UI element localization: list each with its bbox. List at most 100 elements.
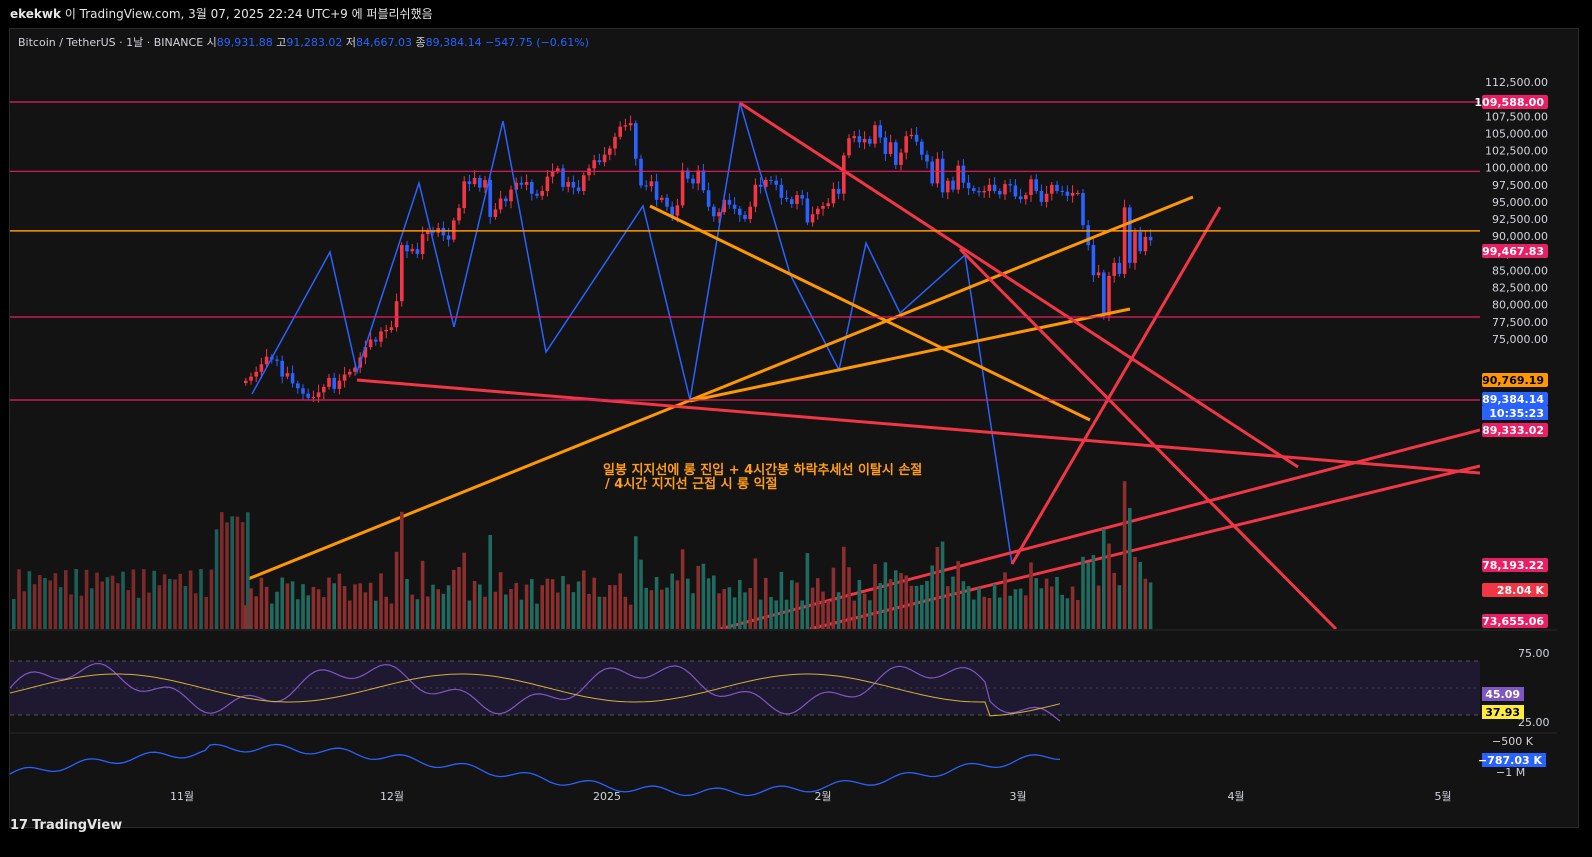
volume-bar xyxy=(540,585,544,629)
volume-bar xyxy=(12,599,16,629)
volume-bar xyxy=(1008,595,1012,629)
volume-bar xyxy=(878,583,882,629)
x-tick-label: 12월 xyxy=(380,790,404,803)
volume-bar xyxy=(504,594,508,629)
volume-bar xyxy=(400,511,404,629)
volume-bar xyxy=(32,584,37,629)
candle-body xyxy=(498,198,503,210)
candle-body xyxy=(998,190,1002,195)
volume-bar xyxy=(311,586,316,629)
volume-bar xyxy=(116,583,120,629)
volume-bar xyxy=(961,581,966,629)
candle-body xyxy=(982,190,986,193)
chart-svg[interactable]: 112,500.00110,000.00107,500.00105,000.00… xyxy=(0,0,1592,857)
volume-bar xyxy=(431,584,435,629)
price-label: 109,588.00 xyxy=(1474,96,1544,109)
volume-bar xyxy=(436,589,440,629)
volume-bar xyxy=(374,600,378,629)
volume-bar xyxy=(914,585,919,629)
candle-body xyxy=(623,125,628,127)
volume-bar xyxy=(17,569,21,629)
volume-bar xyxy=(296,599,300,629)
candle-body xyxy=(883,137,888,154)
candle-body xyxy=(597,160,602,163)
volume-bar xyxy=(592,577,596,629)
volume-bar xyxy=(1076,600,1080,629)
candle-body xyxy=(1102,272,1106,316)
volume-bar xyxy=(514,582,518,629)
candle-body xyxy=(535,193,539,196)
volume-bar xyxy=(368,582,373,629)
volume-bar xyxy=(441,593,446,629)
candle-body xyxy=(847,138,851,156)
candle-body xyxy=(327,377,331,387)
price-label: 89,384.14 xyxy=(1482,393,1544,406)
volume-bar xyxy=(379,573,383,629)
candle-body xyxy=(602,154,607,163)
candle-body xyxy=(420,234,425,254)
volume-bar xyxy=(410,594,414,629)
candle-body xyxy=(649,181,654,187)
volume-bar xyxy=(183,585,188,629)
volume-bar xyxy=(784,599,789,629)
volume-bar xyxy=(1070,586,1075,629)
volume-bar xyxy=(654,577,659,629)
candle-body xyxy=(899,152,903,165)
candle-body xyxy=(665,197,669,207)
volume-bar xyxy=(1024,595,1028,629)
volume-bar xyxy=(883,562,888,629)
volume-bar xyxy=(1018,588,1023,629)
candle-body xyxy=(472,177,477,185)
candle-body xyxy=(654,181,659,200)
candle-body xyxy=(826,203,830,207)
candle-body xyxy=(446,235,451,240)
candle-body xyxy=(368,339,373,348)
open-label: 시 xyxy=(206,36,217,49)
candle-body xyxy=(628,123,633,126)
candle-body xyxy=(488,180,492,217)
candle-body xyxy=(608,148,612,155)
volume-bar xyxy=(405,579,409,629)
candle-body xyxy=(504,198,508,202)
candle-body xyxy=(259,364,264,372)
volume-bar xyxy=(1034,578,1038,629)
volume-bar xyxy=(753,558,758,629)
volume-bar xyxy=(235,516,240,629)
volume-bar xyxy=(1133,557,1137,629)
volume-bar xyxy=(1081,556,1085,629)
volume-bar xyxy=(1096,585,1101,629)
candle-body xyxy=(280,360,284,377)
candle-body xyxy=(566,182,570,187)
volume-bar xyxy=(1029,562,1033,629)
volume-bar xyxy=(727,587,732,629)
volume-bar xyxy=(561,576,565,629)
candle-body xyxy=(457,208,461,221)
volume-bar xyxy=(394,551,399,629)
candle-body xyxy=(316,392,321,398)
candle-body xyxy=(758,184,763,187)
volume-bar xyxy=(79,595,84,629)
volume-bar xyxy=(639,559,643,629)
volume-bar xyxy=(691,593,695,629)
candle-body xyxy=(1076,193,1080,195)
candle-body xyxy=(467,181,472,185)
candle-body xyxy=(946,180,950,193)
candle-body xyxy=(961,165,966,183)
volume-bar xyxy=(743,592,747,629)
volume-bar xyxy=(774,600,778,629)
volume-bar xyxy=(790,580,794,629)
symbol-title[interactable]: Bitcoin / TetherUS · 1날 · BINANCE xyxy=(18,36,203,49)
volume-bar xyxy=(1091,555,1096,629)
volume-bar xyxy=(415,599,420,629)
volume-bar xyxy=(670,573,674,629)
brand-footer[interactable]: 17 TradingView xyxy=(10,818,122,833)
volume-bar xyxy=(142,569,146,629)
candle-body xyxy=(1065,191,1070,196)
candle-body xyxy=(400,245,404,302)
volume-bar xyxy=(966,586,971,629)
candle-body xyxy=(301,388,305,394)
candle-body xyxy=(868,138,872,144)
volume-bar xyxy=(550,579,555,629)
candle-body xyxy=(509,189,513,202)
volume-bar xyxy=(530,579,534,629)
